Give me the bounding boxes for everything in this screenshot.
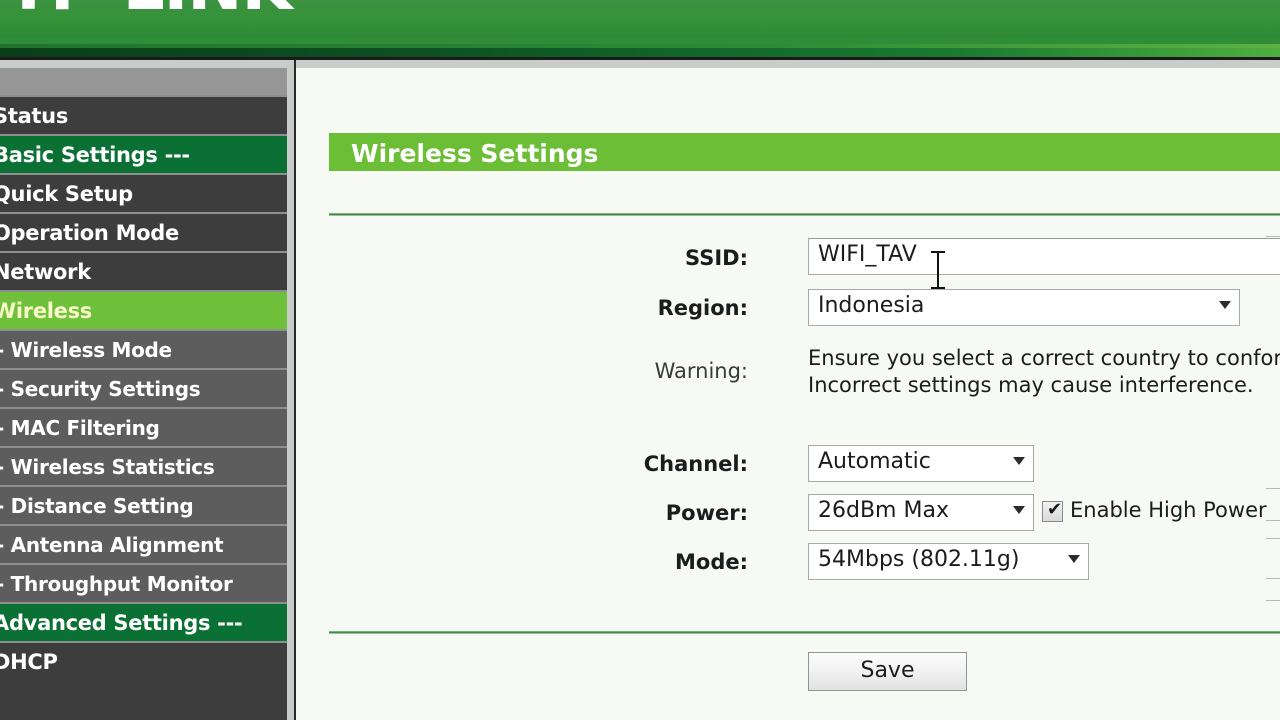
chevron-down-icon (1219, 301, 1231, 309)
help-divider-3 (1266, 520, 1280, 521)
sidebar-item-operation-mode[interactable]: Operation Mode (0, 212, 287, 251)
mode-label: Mode: (675, 550, 748, 574)
sidebar-item-throughput-monitor[interactable]: - Throughput Monitor (0, 563, 287, 602)
sidebar-item-label: - Distance Setting (0, 494, 194, 518)
chevron-down-icon (1013, 506, 1025, 514)
ssid-label: SSID: (685, 246, 748, 270)
sidebar-item-label: Advanced Settings --- (0, 611, 243, 635)
power-select[interactable]: 26dBm Max (808, 494, 1034, 531)
power-label: Power: (665, 501, 748, 525)
sidebar-item-basic-settings[interactable]: Basic Settings --- (0, 134, 287, 173)
sidebar-item-label: Wireless (0, 299, 93, 323)
sidebar-item-label: - Security Settings (0, 377, 201, 401)
sidebar-item-wireless-mode[interactable]: - Wireless Mode (0, 329, 287, 368)
brand-header: TP-LINK (0, 0, 1280, 48)
warning-text: Ensure you select a correct country to c… (808, 345, 1280, 399)
header-underlay (0, 60, 1280, 68)
warning-line-2: Incorrect settings may cause interferenc… (808, 373, 1254, 397)
sidebar-item-distance-setting[interactable]: - Distance Setting (0, 485, 287, 524)
sidebar-item-wireless-statistics[interactable]: - Wireless Statistics (0, 446, 287, 485)
form-top-divider (329, 213, 1280, 216)
sidebar-top-strip (0, 68, 287, 95)
help-divider-5 (1266, 578, 1280, 579)
sidebar-content-gap (287, 60, 294, 720)
mode-select-value: 54Mbps (802.11g) (818, 547, 1020, 572)
router-admin-page: TP-LINK Status Basic Settings --- Quick Se… (0, 0, 1280, 720)
help-divider-6 (1266, 600, 1280, 601)
sidebar-item-label: Status (0, 104, 69, 128)
enable-high-power-label: Enable High Power (1070, 498, 1267, 522)
save-button[interactable]: Save (808, 652, 967, 691)
enable-high-power-checkbox[interactable]: ✔ (1042, 499, 1063, 522)
sidebar-item-advanced-settings[interactable]: Advanced Settings --- (0, 602, 287, 641)
sidebar-item-security-settings[interactable]: - Security Settings (0, 368, 287, 407)
sidebar-nav: Status Basic Settings --- Quick Setup Opera… (0, 95, 287, 680)
chevron-down-icon (1013, 457, 1025, 465)
warning-line-1: Ensure you select a correct country to c… (808, 346, 1280, 370)
chevron-down-icon (1068, 555, 1080, 563)
sidebar-item-label: - Wireless Statistics (0, 455, 215, 479)
page-title: Wireless Settings (351, 139, 599, 168)
region-label: Region: (657, 296, 748, 320)
header-gradient-rule (0, 48, 1280, 57)
sidebar-item-label: DHCP (0, 650, 58, 674)
sidebar-item-label: Basic Settings --- (0, 143, 190, 167)
sidebar-item-dhcp[interactable]: DHCP (0, 641, 287, 680)
content-area: Wireless Settings SSID: WIFI_TAV Region:… (296, 68, 1280, 720)
help-divider-4 (1266, 538, 1280, 539)
channel-select[interactable]: Automatic (808, 445, 1034, 482)
warning-label: Warning: (654, 359, 748, 383)
form-bottom-divider (329, 631, 1280, 634)
sidebar-item-label: - Throughput Monitor (0, 572, 233, 596)
region-select[interactable]: Indonesia (808, 289, 1240, 326)
tp-link-logo: TP-LINK (6, 0, 293, 20)
sidebar-item-quick-setup[interactable]: Quick Setup (0, 173, 287, 212)
help-divider-1 (1266, 236, 1280, 237)
channel-select-value: Automatic (818, 449, 931, 474)
checkmark-icon: ✔ (1047, 499, 1063, 520)
sidebar-item-label: Operation Mode (0, 221, 179, 245)
sidebar-item-label: - MAC Filtering (0, 416, 160, 440)
sidebar-item-wireless[interactable]: Wireless (0, 290, 287, 329)
sidebar-item-antenna-alignment[interactable]: - Antenna Alignment (0, 524, 287, 563)
sidebar-item-label: - Wireless Mode (0, 338, 172, 362)
region-select-value: Indonesia (818, 293, 925, 318)
sidebar-item-label: Network (0, 260, 91, 284)
sidebar-item-label: - Antenna Alignment (0, 533, 224, 557)
channel-label: Channel: (643, 452, 748, 476)
page-title-bar: Wireless Settings (329, 133, 1280, 171)
ssid-input[interactable]: WIFI_TAV (808, 238, 1280, 275)
help-divider-2 (1266, 488, 1280, 489)
sidebar-item-network[interactable]: Network (0, 251, 287, 290)
power-select-value: 26dBm Max (818, 498, 949, 523)
sidebar-item-label: Quick Setup (0, 182, 133, 206)
sidebar: Status Basic Settings --- Quick Setup Opera… (0, 68, 287, 720)
sidebar-item-status[interactable]: Status (0, 95, 287, 134)
sidebar-item-mac-filtering[interactable]: - MAC Filtering (0, 407, 287, 446)
mode-select[interactable]: 54Mbps (802.11g) (808, 543, 1089, 580)
